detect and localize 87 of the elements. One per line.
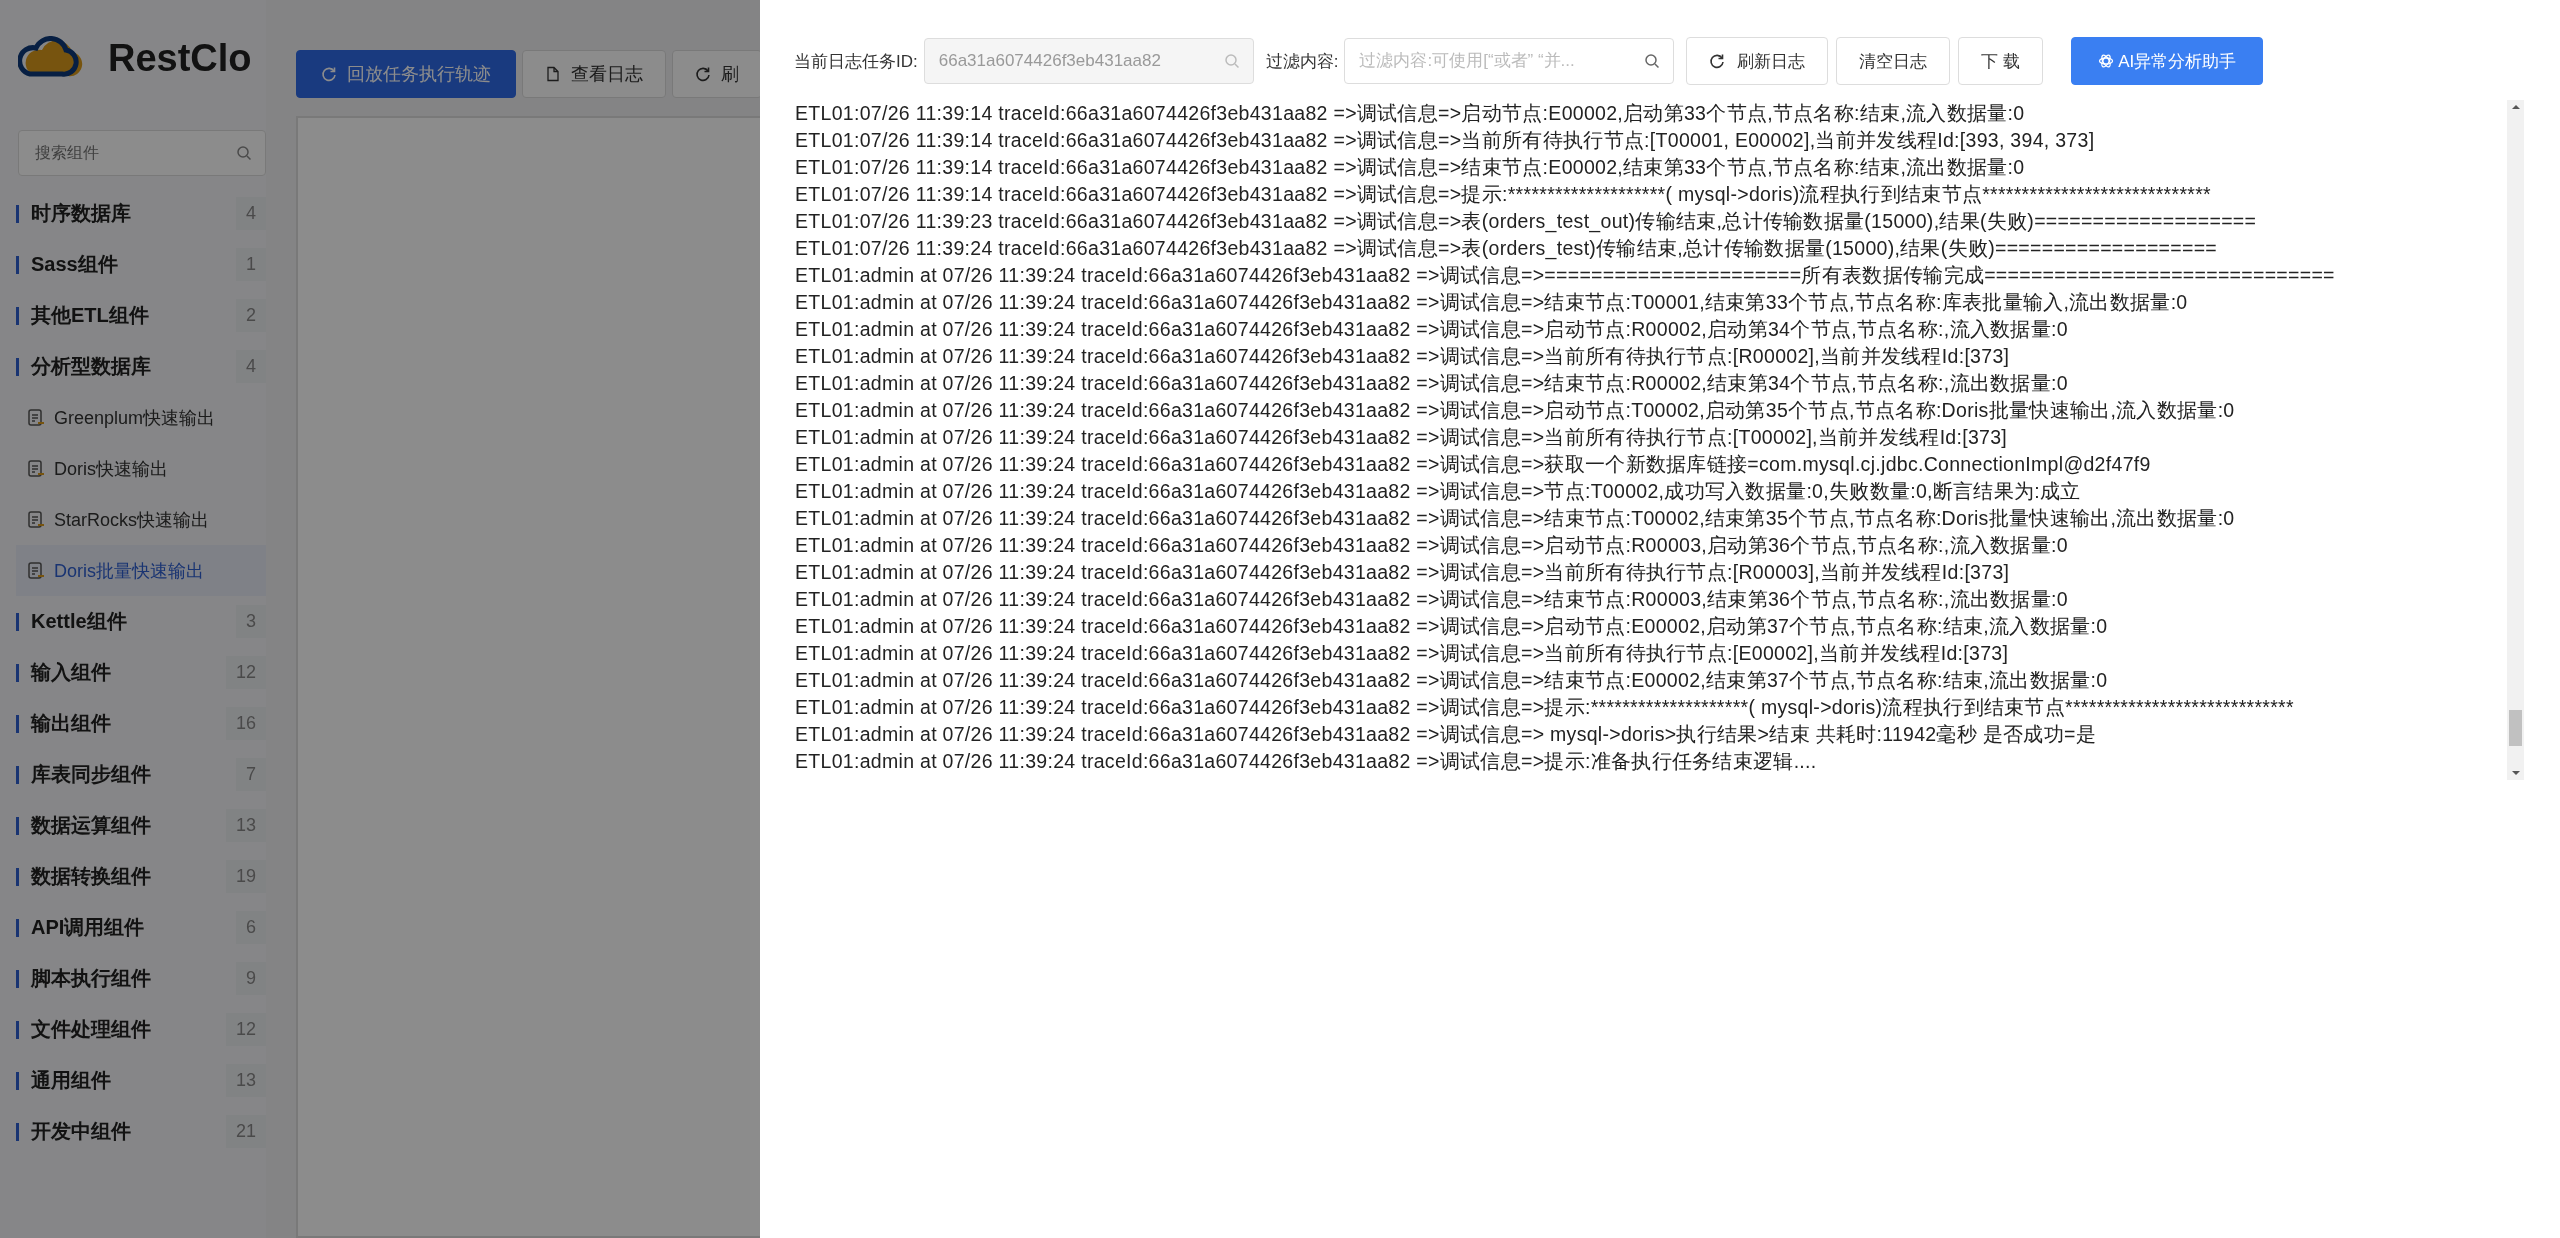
category-item[interactable]: 其他ETL组件 2 (0, 290, 266, 341)
scrollbar[interactable] (2507, 100, 2524, 780)
log-line: ETL01:admin at 07/26 11:39:24 traceId:66a31a6074426f3eb431aa82 =>调试信息=>启动节点:R00002,启动第34个节点,节点名称:,流入数据量:0 (795, 317, 2069, 342)
document-icon (26, 509, 46, 530)
log-line: ETL01:admin at 07/26 11:39:24 traceId:66a31a6074426f3eb431aa82 =>调试信息=>当前所有待执行节点:[E00002],当前并发线程Id:[373] (795, 641, 2010, 666)
count-badge: 12 (225, 656, 266, 689)
search-icon (236, 145, 252, 161)
category-item[interactable]: 文件处理组件 12 (0, 1004, 266, 1055)
category-item[interactable]: Kettle组件 3 (0, 596, 266, 647)
logo-text: RestClo (108, 36, 252, 80)
log-button[interactable]: 刷新日志 (1686, 37, 1829, 85)
log-line: ETL01:admin at 07/26 11:39:24 traceId:66a31a6074426f3eb431aa82 =>调试信息=>结束节点:R00002,结束第34个节点,节点名称:,流出数据量:0 (795, 371, 2069, 396)
refresh-icon (1709, 53, 1726, 69)
task-id-label: 当前日志任务ID: (794, 50, 918, 73)
log-line: ETL01:admin at 07/26 11:39:24 traceId:66a31a6074426f3eb431aa82 =>调试信息=>======================所有表数据传输完成============================== (795, 263, 2336, 288)
count-badge: 13 (225, 809, 266, 842)
document-icon (26, 407, 46, 428)
count-badge: 19 (225, 860, 266, 893)
category-item[interactable]: 分析型数据库 4 (0, 341, 266, 392)
count-badge: 1 (236, 248, 266, 281)
count-badge: 16 (225, 707, 266, 740)
log-line: ETL01:admin at 07/26 11:39:24 traceId:66a31a6074426f3eb431aa82 =>调试信息=> mysql->doris>执行结果>结束 共耗时:11942毫秒 是否成功=是 (795, 722, 2097, 747)
log-line: ETL01:admin at 07/26 11:39:24 traceId:66a31a6074426f3eb431aa82 =>调试信息=>当前所有待执行节点:[R00003],当前并发线程Id:[373] (795, 560, 2011, 585)
refresh-icon (321, 66, 337, 82)
log-line: ETL01:admin at 07/26 11:39:24 traceId:66a31a6074426f3eb431aa82 =>调试信息=>启动节点:E00002,启动第37个节点,节点名称:结束,流入数据量:0 (795, 614, 2109, 639)
log-line: ETL01:admin at 07/26 11:39:24 traceId:66a31a6074426f3eb431aa82 =>调试信息=>获取一个新数据库链接=com.mysql.cj.jdbc.ConnectionImpl@d2f47f9 (795, 452, 2152, 477)
count-badge: 12 (225, 1013, 266, 1046)
toolbar-button[interactable]: 查看日志 (522, 50, 666, 98)
component-item[interactable]: Doris快速输出 (0, 443, 266, 494)
refresh-icon (695, 66, 711, 82)
log-line: ETL01:admin at 07/26 11:39:24 traceId:66a31a6074426f3eb431aa82 =>调试信息=>提示:********************( mysql->doris)流程执行到结束节点***************************** (795, 695, 2295, 720)
log-line: ETL01:07/26 11:39:23 traceId:66a31a6074426f3eb431aa82 =>调试信息=>表(orders_test_out)传输结束,总计传输数据量(15000),结果(失败)=================== (795, 209, 2258, 235)
log-line: ETL01:admin at 07/26 11:39:24 traceId:66a31a6074426f3eb431aa82 =>调试信息=>节点:T00002,成功写入数据量:0,失败数量:0,断言结果为:成立 (795, 479, 2082, 504)
category-item[interactable]: 通用组件 13 (0, 1055, 266, 1106)
category-item[interactable]: Sass组件 1 (0, 239, 266, 290)
log-line: ETL01:admin at 07/26 11:39:24 traceId:66a31a6074426f3eb431aa82 =>调试信息=>当前所有待执行节点:[T00002],当前并发线程Id:[373] (795, 425, 2009, 450)
toolbar-button[interactable]: 回放任务执行轨迹 (296, 50, 516, 98)
log-line: ETL01:admin at 07/26 11:39:24 traceId:66a31a6074426f3eb431aa82 =>调试信息=>启动节点:T00002,启动第35个节点,节点名称:Doris批量快速输出,流入数据量:0 (795, 398, 2236, 423)
ai-assistant-button[interactable]: AI异常分析助手 (2071, 37, 2264, 85)
log-line: ETL01:admin at 07/26 11:39:24 traceId:66a31a6074426f3eb431aa82 =>调试信息=>结束节点:R00003,结束第36个节点,节点名称:,流出数据量:0 (795, 587, 2069, 612)
count-badge: 4 (236, 197, 266, 230)
knot-icon (2098, 53, 2115, 69)
log-line: ETL01:07/26 11:39:14 traceId:66a31a6074426f3eb431aa82 =>调试信息=>提示:********************( mysql->doris)流程执行到结束节点***************************** (795, 182, 2212, 207)
document-icon (26, 560, 46, 581)
log-button[interactable]: 清空日志 (1836, 37, 1951, 85)
log-line: ETL01:07/26 11:39:24 traceId:66a31a6074426f3eb431aa82 =>调试信息=>表(orders_test)传输结束,总计传输数据量(15000),结果(失败)=================== (795, 236, 2219, 262)
search-icon (1223, 53, 1240, 69)
log-line: ETL01:admin at 07/26 11:39:24 traceId:66a31a6074426f3eb431aa82 =>调试信息=>当前所有待执行节点:[R00002],当前并发线程Id:[373] (795, 344, 2011, 369)
count-badge: 4 (236, 350, 266, 383)
log-line: ETL01:admin at 07/26 11:39:24 traceId:66a31a6074426f3eb431aa82 =>调试信息=>提示:准备执行任务结束逻辑.... (795, 749, 1818, 774)
scroll-down-icon[interactable] (2510, 770, 2521, 776)
category-item[interactable]: 输出组件 16 (0, 698, 266, 749)
category-item[interactable]: 开发中组件 21 (0, 1106, 266, 1157)
log-line: ETL01:07/26 11:39:14 traceId:66a31a6074426f3eb431aa82 =>调试信息=>当前所有待执行节点:[T00001, E00002],当前并发线程Id:[393, 394, 373] (795, 128, 2096, 153)
filter-field[interactable]: 过滤内容:可使用[“或者” “并... (1344, 38, 1675, 84)
log-button[interactable]: 下 载 (1958, 37, 2044, 85)
count-badge: 3 (236, 605, 266, 638)
category-item[interactable]: API调用组件 6 (0, 902, 266, 953)
category-item[interactable]: 脚本执行组件 9 (0, 953, 266, 1004)
document-icon (26, 458, 46, 479)
scroll-thumb[interactable] (2509, 710, 2522, 746)
log-line: ETL01:admin at 07/26 11:39:24 traceId:66a31a6074426f3eb431aa82 =>调试信息=>启动节点:R00003,启动第36个节点,节点名称:,流入数据量:0 (795, 533, 2069, 558)
log-line: ETL01:admin at 07/26 11:39:24 traceId:66a31a6074426f3eb431aa82 =>调试信息=>结束节点:E00002,结束第37个节点,节点名称:结束,流出数据量:0 (795, 668, 2109, 693)
category-item[interactable]: 输入组件 12 (0, 647, 266, 698)
search-field[interactable]: 搜索组件 (18, 130, 266, 176)
count-badge: 13 (225, 1064, 266, 1097)
search-icon (1644, 53, 1661, 69)
count-badge: 2 (236, 299, 266, 332)
component-item[interactable]: Greenplum快速输出 (0, 392, 266, 443)
category-item[interactable]: 库表同步组件 7 (0, 749, 266, 800)
scroll-up-icon[interactable] (2510, 104, 2521, 110)
count-badge: 7 (236, 758, 266, 791)
component-item[interactable]: StarRocks快速输出 (0, 494, 266, 545)
log-line: ETL01:admin at 07/26 11:39:24 traceId:66a31a6074426f3eb431aa82 =>调试信息=>结束节点:T00002,结束第35个节点,节点名称:Doris批量快速输出,流出数据量:0 (795, 506, 2236, 531)
filter-label: 过滤内容: (1265, 50, 1339, 73)
category-item[interactable]: 时序数据库 4 (0, 188, 266, 239)
count-badge: 6 (236, 911, 266, 944)
component-item[interactable]: Doris批量快速输出 (16, 545, 266, 596)
log-line: ETL01:admin at 07/26 11:39:24 traceId:66a31a6074426f3eb431aa82 =>调试信息=>结束节点:T00001,结束第33个节点,节点名称:库表批量输入,流出数据量:0 (795, 290, 2189, 315)
document-icon (545, 66, 561, 82)
count-badge: 21 (225, 1115, 266, 1148)
toolbar-button[interactable]: 刷 (672, 50, 760, 98)
count-badge: 9 (236, 962, 266, 995)
log-line: ETL01:07/26 11:39:14 traceId:66a31a6074426f3eb431aa82 =>调试信息=>启动节点:E00002,启动第33个节点,节点名称:结束,流入数据量:0 (795, 101, 2026, 126)
log-line: ETL01:07/26 11:39:14 traceId:66a31a6074426f3eb431aa82 =>调试信息=>结束节点:E00002,结束第33个节点,节点名称:结束,流出数据量:0 (795, 155, 2026, 180)
category-item[interactable]: 数据转换组件 19 (0, 851, 266, 902)
category-item[interactable]: 数据运算组件 13 (0, 800, 266, 851)
